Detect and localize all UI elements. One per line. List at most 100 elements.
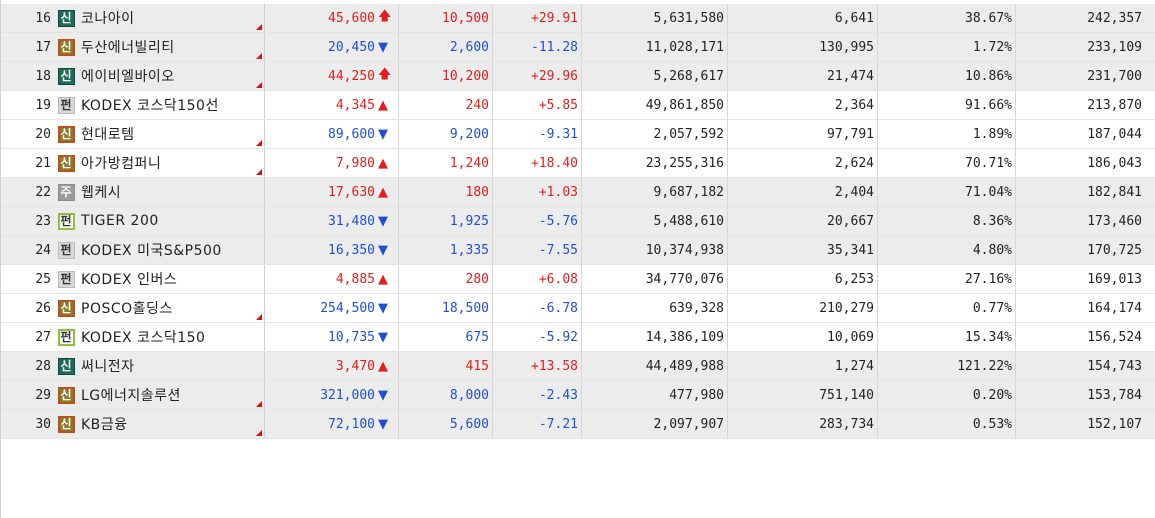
market-badge-cell: 펀 bbox=[55, 265, 77, 293]
market-badge-icon: 신 bbox=[57, 299, 75, 317]
rank-cell: 26 bbox=[35, 300, 51, 316]
market-badge-cell: 신 bbox=[55, 410, 77, 438]
change-rate-cell: -5.92 bbox=[493, 323, 582, 351]
change-cell: 18,500 bbox=[399, 294, 493, 322]
stock-name-cell[interactable]: POSCO홀딩스 bbox=[77, 294, 265, 322]
stock-name-cell[interactable]: TIGER 200 bbox=[77, 207, 265, 235]
stock-name-cell[interactable]: KODEX 인버스 bbox=[77, 265, 265, 293]
turnover-cell: 71.04% bbox=[878, 178, 1016, 206]
change-rate-cell: -5.76 bbox=[493, 207, 582, 235]
stock-name-cell[interactable]: KODEX 코스닥150선 bbox=[77, 91, 265, 119]
stock-name-cell[interactable]: LG에너지솔루션 bbox=[77, 381, 265, 409]
change-cell: 10,200 bbox=[399, 62, 493, 90]
table-row[interactable]: 24 펀 KODEX 미국S&P500 16,350 ▼ 1,335 -7.55… bbox=[1, 236, 1155, 265]
turnover-cell: 4.80% bbox=[878, 236, 1016, 264]
table-row[interactable]: 25 펀 KODEX 인버스 4,885 ▲ 280 +6.08 34,770,… bbox=[1, 265, 1155, 294]
change-rate-cell: -9.31 bbox=[493, 120, 582, 148]
stock-name-cell[interactable]: KB금융 bbox=[77, 410, 265, 438]
market-badge-icon: 신 bbox=[57, 9, 75, 27]
table-row[interactable]: 16 신 코나아이 45,600 🡅 10,500 +29.91 5,631,5… bbox=[1, 4, 1155, 33]
change-rate-cell: -2.43 bbox=[493, 381, 582, 409]
amount-cell: 154,743 bbox=[1087, 358, 1142, 374]
price-cell: 254,500 bbox=[320, 300, 375, 316]
change-rate-cell: +29.96 bbox=[493, 62, 582, 90]
price-cell: 17,630 bbox=[328, 184, 375, 200]
table-row[interactable]: 26 신 POSCO홀딩스 254,500 ▼ 18,500 -6.78 639… bbox=[1, 294, 1155, 323]
table-row[interactable]: 19 펀 KODEX 코스닥150선 4,345 ▲ 240 +5.85 49,… bbox=[1, 91, 1155, 120]
table-row[interactable]: 18 신 에이비엘바이오 44,250 🡅 10,200 +29.96 5,26… bbox=[1, 62, 1155, 91]
change-rate-cell: -11.28 bbox=[493, 33, 582, 61]
change-cell: 240 bbox=[399, 91, 493, 119]
table-row[interactable]: 23 펀 TIGER 200 31,480 ▼ 1,925 -5.76 5,48… bbox=[1, 207, 1155, 236]
market-badge-icon: 신 bbox=[57, 67, 75, 85]
note-flag-icon bbox=[256, 169, 262, 175]
rank-cell: 22 bbox=[35, 184, 51, 200]
stock-name: 현대로템 bbox=[81, 127, 135, 143]
turnover-cell: 91.66% bbox=[878, 91, 1016, 119]
note-flag-icon bbox=[256, 140, 262, 146]
table-row[interactable]: 30 신 KB금융 72,100 ▼ 5,600 -7.21 2,097,907… bbox=[1, 410, 1155, 439]
table-row[interactable]: 27 펀 KODEX 코스닥150 10,735 ▼ 675 -5.92 14,… bbox=[1, 323, 1155, 352]
turnover-cell: 1.72% bbox=[878, 33, 1016, 61]
volume-cell: 477,980 bbox=[582, 381, 728, 409]
turnover-cell: 1.89% bbox=[878, 120, 1016, 148]
table-row[interactable]: 21 신 아가방컴퍼니 7,980 ▲ 1,240 +18.40 23,255,… bbox=[1, 149, 1155, 178]
market-badge-cell: 신 bbox=[55, 62, 77, 90]
table-row[interactable]: 17 신 두산에너빌리티 20,450 ▼ 2,600 -11.28 11,02… bbox=[1, 33, 1155, 62]
stock-name: 코나아이 bbox=[81, 11, 135, 27]
table-row[interactable]: 28 신 써니전자 3,470 ▲ 415 +13.58 44,489,988 … bbox=[1, 352, 1155, 381]
rank-cell: 27 bbox=[35, 329, 51, 345]
turnover-cell: 0.20% bbox=[878, 381, 1016, 409]
turnover-cell: 10.86% bbox=[878, 62, 1016, 90]
volume-cell: 44,489,988 bbox=[582, 352, 728, 380]
trading-value-cell: 6,641 bbox=[728, 4, 878, 32]
stock-name-cell[interactable]: KODEX 미국S&P500 bbox=[77, 236, 265, 264]
amount-cell: 187,044 bbox=[1087, 126, 1142, 142]
stock-name: 웹케시 bbox=[81, 185, 122, 201]
trading-value-cell: 2,624 bbox=[728, 149, 878, 177]
amount-cell: 164,174 bbox=[1087, 300, 1142, 316]
trading-value-cell: 130,995 bbox=[728, 33, 878, 61]
market-badge-icon: 신 bbox=[57, 386, 75, 404]
note-flag-icon bbox=[256, 24, 262, 30]
rank-cell: 19 bbox=[35, 97, 51, 113]
amount-cell: 182,841 bbox=[1087, 184, 1142, 200]
price-cell: 7,980 bbox=[335, 155, 375, 171]
table-row[interactable]: 29 신 LG에너지솔루션 321,000 ▼ 8,000 -2.43 477,… bbox=[1, 381, 1155, 410]
stock-name-cell[interactable]: 웹케시 bbox=[77, 178, 265, 206]
stock-name-cell[interactable]: 현대로템 bbox=[77, 120, 265, 148]
rank-cell: 30 bbox=[35, 416, 51, 432]
turnover-cell: 121.22% bbox=[878, 352, 1016, 380]
change-cell: 2,600 bbox=[399, 33, 493, 61]
volume-cell: 49,861,850 bbox=[582, 91, 728, 119]
direction-arrow-icon: ▼ bbox=[377, 33, 399, 61]
volume-cell: 11,028,171 bbox=[582, 33, 728, 61]
stock-name-cell[interactable]: 코나아이 bbox=[77, 4, 265, 32]
market-badge-cell: 신 bbox=[55, 4, 77, 32]
trading-value-cell: 751,140 bbox=[728, 381, 878, 409]
price-cell: 10,735 bbox=[328, 329, 375, 345]
volume-cell: 2,057,592 bbox=[582, 120, 728, 148]
change-rate-cell: -7.55 bbox=[493, 236, 582, 264]
stock-name: 아가방컴퍼니 bbox=[81, 156, 162, 172]
amount-cell: 213,870 bbox=[1087, 97, 1142, 113]
direction-arrow-icon: ▼ bbox=[377, 381, 399, 409]
change-rate-cell: +13.58 bbox=[493, 352, 582, 380]
stock-name-cell[interactable]: 두산에너빌리티 bbox=[77, 33, 265, 61]
change-rate-cell: +6.08 bbox=[493, 265, 582, 293]
stock-name-cell[interactable]: 써니전자 bbox=[77, 352, 265, 380]
trading-value-cell: 1,274 bbox=[728, 352, 878, 380]
rank-cell: 17 bbox=[35, 39, 51, 55]
price-cell: 16,350 bbox=[328, 242, 375, 258]
change-rate-cell: +18.40 bbox=[493, 149, 582, 177]
market-badge-cell: 신 bbox=[55, 294, 77, 322]
stock-name-cell[interactable]: 아가방컴퍼니 bbox=[77, 149, 265, 177]
stock-name: 써니전자 bbox=[81, 359, 135, 375]
price-cell: 45,600 bbox=[328, 10, 375, 26]
direction-arrow-icon: 🡅 bbox=[377, 62, 399, 90]
table-row[interactable]: 20 신 현대로템 89,600 ▼ 9,200 -9.31 2,057,592… bbox=[1, 120, 1155, 149]
table-row[interactable]: 22 주 웹케시 17,630 ▲ 180 +1.03 9,687,182 2,… bbox=[1, 178, 1155, 207]
direction-arrow-icon: ▲ bbox=[377, 265, 399, 293]
stock-name-cell[interactable]: KODEX 코스닥150 bbox=[77, 323, 265, 351]
stock-name-cell[interactable]: 에이비엘바이오 bbox=[77, 62, 265, 90]
